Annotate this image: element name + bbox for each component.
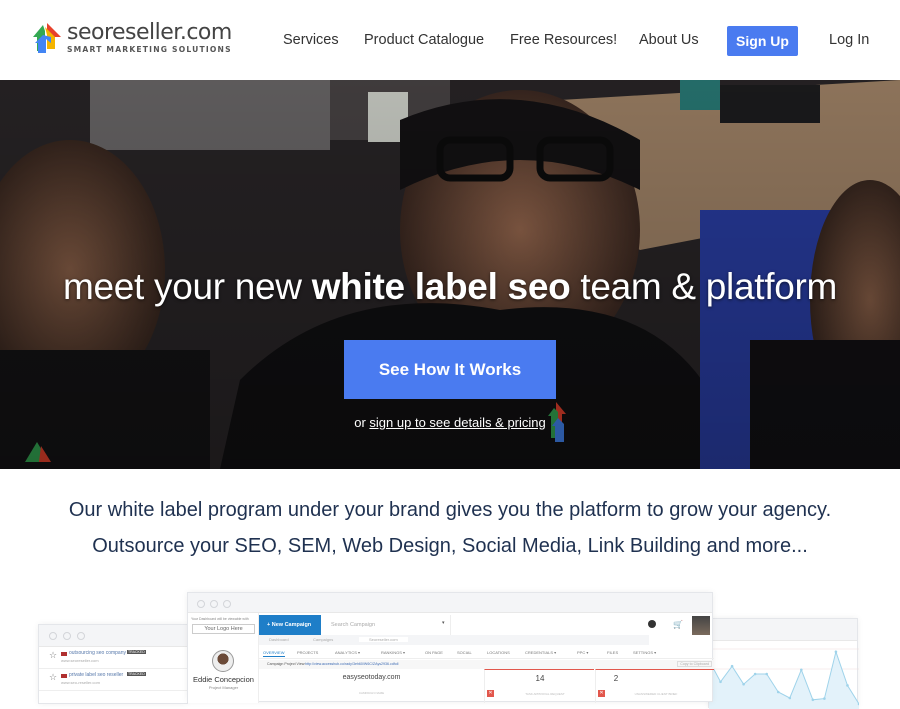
tab-social[interactable]: SOCIAL	[457, 650, 472, 655]
site-logo[interactable]: seoreseller.com SMART MARKETING SOLUTION…	[33, 18, 232, 58]
dashboard-sidebar: Your Dashboard will be viewable with You…	[188, 613, 259, 703]
campaign-search-input[interactable]: Search Campaign	[331, 622, 375, 628]
dashboard-tabs: OVERVIEW PROJECTS ANALYTICS ▾ RANKINGS ▾ ON …	[259, 647, 714, 659]
tab-settings[interactable]: SETTINGS ▾	[633, 650, 656, 655]
task-approval-card[interactable]: 14 ✕ TASK APPROVAL REQUEST	[484, 669, 594, 703]
see-how-it-works-button[interactable]: See How It Works	[344, 340, 556, 399]
logo-name: seoreseller.com	[67, 20, 232, 45]
copy-to-clipboard-button[interactable]: Copy to Clipboard	[677, 661, 712, 667]
task-approval-caption: TASK APPROVAL REQUEST	[525, 692, 565, 696]
client-brief-caption: UNANSWERED CLIENT BRIEF	[634, 692, 678, 696]
logo-placeholder[interactable]: Your Logo Here	[192, 624, 255, 634]
chart-area	[709, 651, 859, 709]
task-approval-count: 14	[535, 674, 545, 683]
ranking-item: ☆ outsourcing seo company www.seoreselle…	[39, 647, 187, 669]
hero-title-post: team & platform	[570, 266, 838, 307]
hero-sub-prefix: or	[354, 415, 370, 430]
flag-icon	[61, 652, 67, 656]
user-name: Eddie Concepcion	[193, 675, 254, 684]
project-view-label: Campaign Project View:	[267, 662, 306, 666]
star-icon: ☆	[49, 673, 58, 683]
tab-analytics[interactable]: ANALYTICS ▾	[335, 650, 360, 655]
new-campaign-button[interactable]: + New Campaign	[259, 615, 321, 635]
chart-point	[811, 698, 815, 702]
flag-icon	[61, 674, 67, 678]
ranking-keyword: private label seo reseller	[69, 672, 124, 678]
nav-about-us[interactable]: About Us	[639, 32, 699, 48]
chart-point	[834, 650, 838, 654]
logo-tagline: SMART MARKETING SOLUTIONS	[67, 45, 232, 54]
project-view-url[interactable]: http://view.accesshub.co/rady/3eh60/W6C/…	[305, 662, 398, 666]
ranking-keyword: outsourcing seo company	[69, 650, 126, 656]
nav-services[interactable]: Services	[283, 32, 339, 48]
sign-up-pricing-link[interactable]: sign up to see details & pricing	[369, 415, 545, 430]
client-brief-card[interactable]: 2 ✕ UNANSWERED CLIENT BRIEF	[595, 669, 714, 703]
dashboard-window: Your Dashboard will be viewable with You…	[187, 592, 714, 703]
tab-files[interactable]: FILES	[607, 650, 618, 655]
intro-line-1: Our white label program under your brand…	[68, 499, 832, 521]
breadcrumb-item[interactable]: Seoreseller.com	[359, 637, 408, 642]
analytics-line-chart	[709, 648, 859, 709]
cart-icon[interactable]: 🛒	[673, 620, 683, 629]
profile-photo[interactable]	[692, 616, 710, 635]
hero-subtext: or sign up to see details & pricing	[0, 415, 900, 430]
intro-line-2: Outsource your SEO, SEM, Web Design, Soc…	[92, 535, 808, 557]
tab-credentials[interactable]: CREDENTIALS ▾	[525, 650, 556, 655]
tab-on-page[interactable]: ON PAGE	[425, 650, 443, 655]
analytics-window	[708, 618, 859, 709]
globe-icon[interactable]	[648, 620, 656, 628]
chart-point	[776, 690, 780, 694]
sign-up-button[interactable]: Sign Up	[727, 26, 798, 56]
project-view-bar: Campaign Project View: http://view.acces…	[259, 660, 714, 669]
rankings-window: ☆ outsourcing seo company www.seoreselle…	[38, 624, 188, 704]
ranking-url: www.seoreseller.com	[61, 658, 99, 663]
chart-point	[788, 696, 792, 700]
chart-point	[765, 672, 768, 676]
house-logo-icon	[33, 21, 63, 55]
campaign-name-caption: CAMPAIGN NAME	[358, 691, 385, 695]
chart-point	[719, 680, 722, 684]
hero-title: meet your new white label seo team & pla…	[0, 266, 900, 308]
chart-point	[730, 664, 734, 668]
chart-point	[753, 672, 757, 676]
hero-title-bold: white label seo	[311, 266, 571, 307]
tab-overview[interactable]: OVERVIEW	[263, 650, 285, 657]
hero-section: meet your new white label seo team & pla…	[0, 80, 900, 469]
chart-point	[742, 682, 745, 686]
ranking-url: www.seo-reseller.com	[61, 680, 100, 685]
intro-text: Our white label program under your brand…	[0, 492, 900, 564]
ranking-badge: TRACKED	[127, 672, 146, 676]
campaign-name: easyseotoday.com	[342, 674, 401, 681]
dropdown-arrow-icon[interactable]: ▾	[442, 620, 445, 626]
breadcrumb-item[interactable]: Campaigns	[313, 637, 333, 642]
campaign-name-card: easyseotoday.com CAMPAIGN NAME	[259, 670, 484, 695]
tab-projects[interactable]: PROJECTS	[297, 650, 318, 655]
breadcrumb-item[interactable]: Dashboard	[269, 637, 289, 642]
tab-locations[interactable]: LOCATIONS	[487, 650, 510, 655]
user-avatar	[212, 650, 234, 672]
tab-rankings[interactable]: RANKINGS ▾	[381, 650, 405, 655]
log-in-link[interactable]: Log In	[829, 32, 869, 48]
nav-product-catalogue[interactable]: Product Catalogue	[364, 32, 484, 48]
star-icon: ☆	[49, 651, 58, 661]
dashboard-preview: ☆ outsourcing seo company www.seoreselle…	[0, 590, 900, 709]
user-role: Project Manager	[208, 685, 239, 690]
ranking-item: ☆ private label seo reseller www.seo-res…	[39, 669, 187, 691]
ranking-badge: TRACKED	[127, 650, 146, 654]
client-brief-count: 2	[613, 674, 619, 683]
sidebar-note: Your Dashboard will be viewable with	[191, 617, 249, 621]
chart-point	[800, 668, 803, 672]
chart-point	[823, 697, 826, 700]
chart-point	[846, 684, 849, 687]
tab-ppc[interactable]: PPC ▾	[577, 650, 588, 655]
nav-free-resources[interactable]: Free Resources!	[510, 32, 617, 48]
hero-title-pre: meet your new	[62, 266, 312, 307]
breadcrumb: Dashboard Campaigns Seoreseller.com	[259, 635, 649, 645]
